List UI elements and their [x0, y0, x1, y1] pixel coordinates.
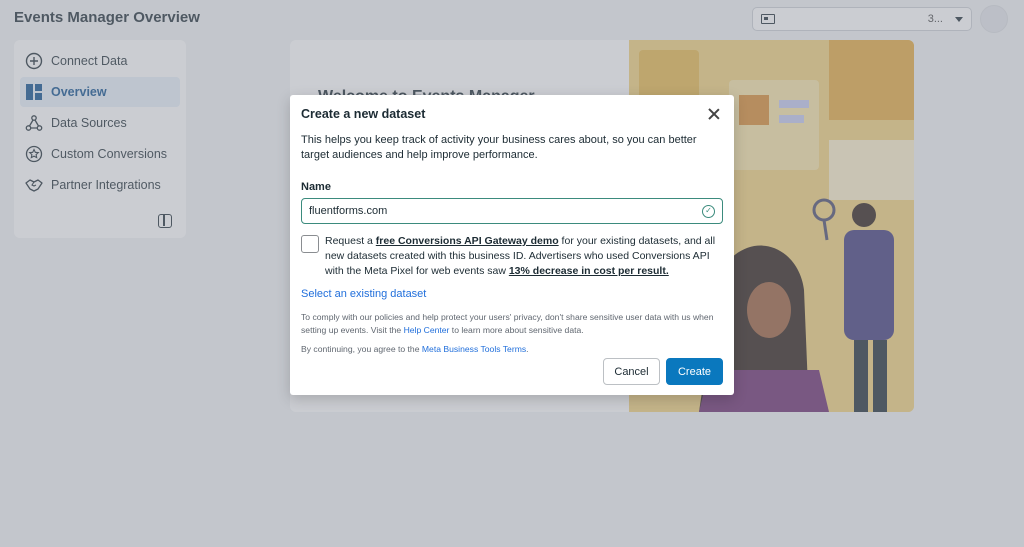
cancel-button[interactable]: Cancel [603, 358, 660, 385]
privacy-notice: To comply with our policies and help pro… [301, 312, 714, 335]
create-dataset-dialog: Create a new dataset This helps you keep… [290, 95, 734, 395]
terms-notice: By continuing, you agree to the Meta Bus… [301, 344, 529, 354]
dialog-title: Create a new dataset [301, 107, 426, 121]
business-tools-terms-link[interactable]: Meta Business Tools Terms [422, 344, 526, 354]
close-icon[interactable] [707, 107, 721, 121]
name-field-label: Name [301, 181, 331, 193]
create-button[interactable]: Create [666, 358, 723, 385]
select-existing-dataset-link[interactable]: Select an existing dataset [301, 288, 426, 300]
conversions-api-demo-link[interactable]: free Conversions API Gateway demo [376, 235, 559, 247]
help-center-link[interactable]: Help Center [404, 325, 450, 335]
name-field[interactable]: ✓ [301, 198, 723, 224]
name-input[interactable] [309, 205, 702, 217]
cost-decrease-stat: 13% decrease in cost per result. [508, 265, 669, 277]
demo-optin: Request a free Conversions API Gateway d… [301, 234, 723, 279]
valid-check-icon: ✓ [702, 204, 715, 218]
demo-optin-text: Request a free Conversions API Gateway d… [325, 235, 716, 277]
demo-optin-checkbox[interactable] [301, 235, 319, 253]
dialog-actions: Cancel Create [603, 358, 723, 385]
dialog-description: This helps you keep track of activity yo… [301, 134, 697, 161]
